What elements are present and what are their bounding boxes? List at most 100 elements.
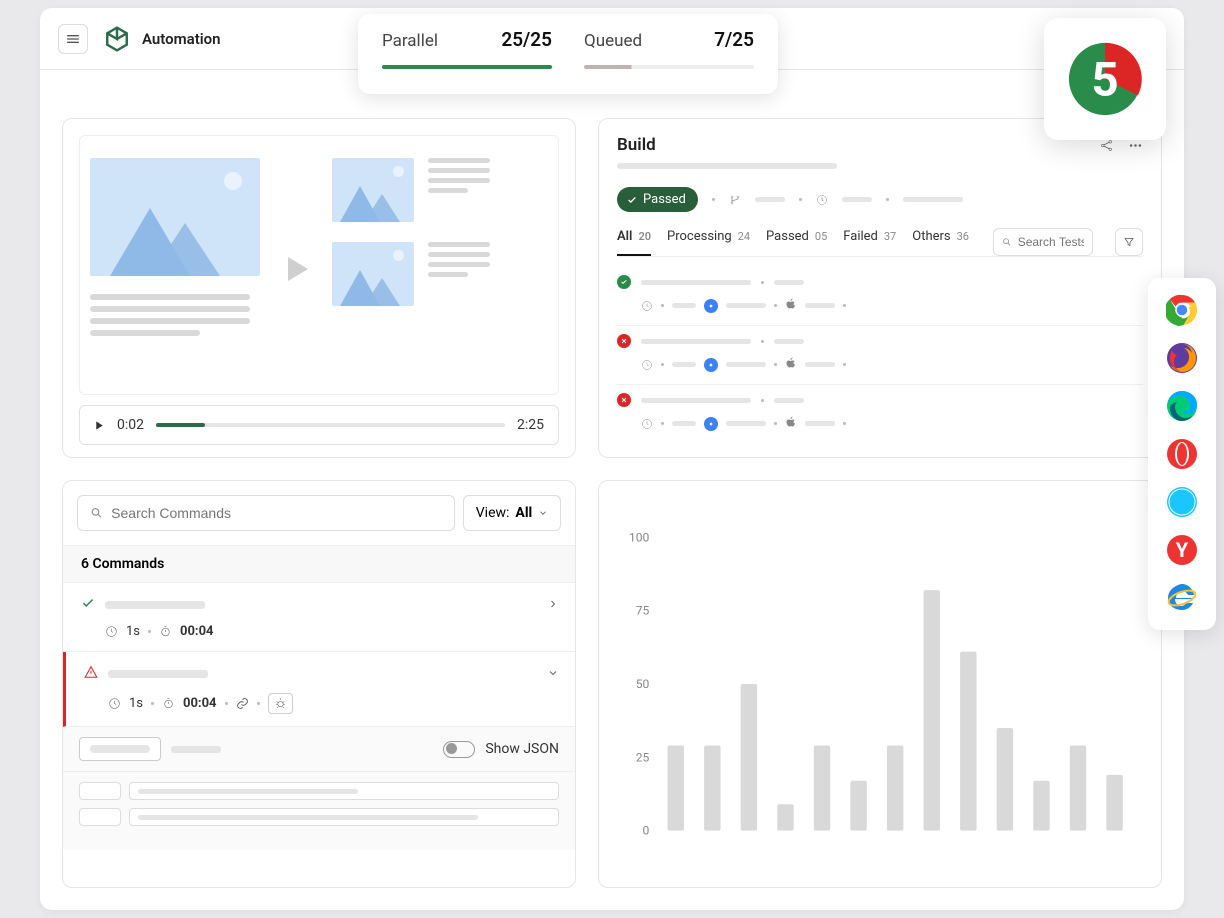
- svg-text:50: 50: [636, 677, 650, 691]
- svg-text:5: 5: [1091, 51, 1118, 107]
- video-playbar: 0:02 2:25: [79, 405, 559, 445]
- command-search[interactable]: [77, 495, 455, 531]
- collapse-icon[interactable]: [547, 664, 559, 683]
- build-tabs: All20 Processing24 Passed05 Failed37 Others3…: [617, 228, 1143, 257]
- test-item[interactable]: [617, 385, 1143, 441]
- chevron-down-icon: [538, 508, 548, 518]
- queued-label: Queued: [584, 31, 642, 51]
- svg-text:0: 0: [643, 824, 650, 838]
- logo-icon: [104, 26, 130, 52]
- play-icon[interactable]: [94, 416, 105, 435]
- json-toggle-label: Show JSON: [485, 741, 559, 757]
- search-icon: [1002, 236, 1012, 248]
- apple-icon: [785, 355, 797, 374]
- apple-icon: [785, 414, 797, 433]
- chrome-icon[interactable]: [1164, 292, 1200, 328]
- clock-icon: [641, 300, 653, 312]
- check-icon: [627, 195, 637, 205]
- status-card: Parallel 25/25 Queued 7/25: [358, 14, 778, 94]
- app-frame: Automation: [40, 8, 1184, 910]
- thumbnail-small: [332, 242, 414, 306]
- link-icon[interactable]: [236, 697, 249, 710]
- svg-text:Y: Y: [1176, 538, 1189, 562]
- chart-panel: 0 25 50 75 100: [598, 480, 1162, 888]
- safari-icon[interactable]: [1164, 484, 1200, 520]
- commands-panel: View: All 6 Commands 1s 00:04: [62, 480, 576, 888]
- hamburger-icon: [65, 31, 81, 47]
- build-title: Build: [617, 135, 656, 155]
- mountain-icon: [332, 242, 414, 306]
- command-item-error[interactable]: 1s 00:04: [63, 652, 575, 727]
- step-number-icon: 5: [1064, 38, 1146, 120]
- ie-icon[interactable]: [1164, 580, 1200, 616]
- browser-sidebar: Y: [1148, 278, 1216, 630]
- firefox-icon[interactable]: [1164, 340, 1200, 376]
- stopwatch-icon: [162, 697, 175, 710]
- tab-all[interactable]: All20: [617, 229, 651, 256]
- tab-processing[interactable]: Processing24: [667, 229, 750, 256]
- command-search-input[interactable]: [111, 505, 442, 521]
- view-selector[interactable]: View: All: [463, 495, 561, 531]
- build-panel: Build Passed: [598, 118, 1162, 458]
- apple-icon: [785, 296, 797, 315]
- command-count: 6 Commands: [63, 545, 575, 583]
- yandex-icon[interactable]: Y: [1164, 532, 1200, 568]
- progress-track[interactable]: [156, 423, 505, 427]
- tab-others[interactable]: Others36: [912, 229, 969, 256]
- tab-passed[interactable]: Passed05: [766, 229, 827, 256]
- clock-icon: [641, 418, 653, 430]
- svg-text:75: 75: [636, 604, 650, 618]
- placeholder-line: [617, 163, 837, 169]
- json-toggle-row: Show JSON: [63, 727, 575, 772]
- opera-icon[interactable]: [1164, 436, 1200, 472]
- clock-icon: [816, 194, 828, 206]
- current-time: 0:02: [117, 417, 144, 433]
- progress-fill: [156, 423, 205, 427]
- test-search[interactable]: [993, 228, 1093, 256]
- step-badge: 5: [1044, 18, 1166, 140]
- mountain-icon: [332, 158, 414, 222]
- clock-icon: [641, 359, 653, 371]
- parallel-value: 25/25: [501, 28, 552, 51]
- check-icon: [81, 595, 95, 614]
- search-icon: [90, 506, 103, 520]
- clock-icon: [105, 625, 118, 638]
- bar-chart: 0 25 50 75 100: [617, 501, 1143, 877]
- build-status-row: Passed: [617, 187, 1143, 212]
- test-search-input[interactable]: [1018, 235, 1084, 249]
- tab-failed[interactable]: Failed37: [843, 229, 896, 256]
- browser-dot-icon: [704, 358, 718, 372]
- status-pill: Passed: [617, 187, 698, 212]
- queued-bar: [584, 65, 754, 69]
- play-overlay-icon[interactable]: [278, 251, 314, 287]
- clock-icon: [108, 697, 121, 710]
- thumbnail-large: [90, 158, 260, 276]
- fail-status-icon: [617, 393, 631, 407]
- mountain-icon: [90, 158, 260, 276]
- parallel-label: Parallel: [382, 31, 438, 51]
- svg-text:100: 100: [629, 530, 650, 544]
- branch-icon: [729, 194, 741, 206]
- edge-icon[interactable]: [1164, 388, 1200, 424]
- video-panel: 0:02 2:25: [62, 118, 576, 458]
- command-item[interactable]: 1s 00:04: [63, 583, 575, 652]
- test-item[interactable]: [617, 267, 1143, 326]
- browser-dot-icon: [704, 417, 718, 431]
- svg-text:25: 25: [636, 750, 650, 764]
- warning-icon: [84, 664, 98, 683]
- test-item[interactable]: [617, 326, 1143, 385]
- expand-icon[interactable]: [547, 595, 559, 614]
- parallel-bar: [382, 65, 552, 69]
- json-toggle[interactable]: [443, 741, 475, 758]
- thumbnail-small: [332, 158, 414, 222]
- menu-button[interactable]: [58, 24, 88, 54]
- video-preview-area: [79, 135, 559, 395]
- filter-button[interactable]: [1115, 228, 1143, 256]
- command-detail-table: [63, 772, 575, 850]
- queued-value: 7/25: [714, 28, 754, 51]
- stopwatch-icon: [159, 625, 172, 638]
- app-title: Automation: [142, 30, 221, 48]
- pass-status-icon: [617, 275, 631, 289]
- test-list: [617, 267, 1143, 441]
- debug-button[interactable]: [268, 693, 293, 714]
